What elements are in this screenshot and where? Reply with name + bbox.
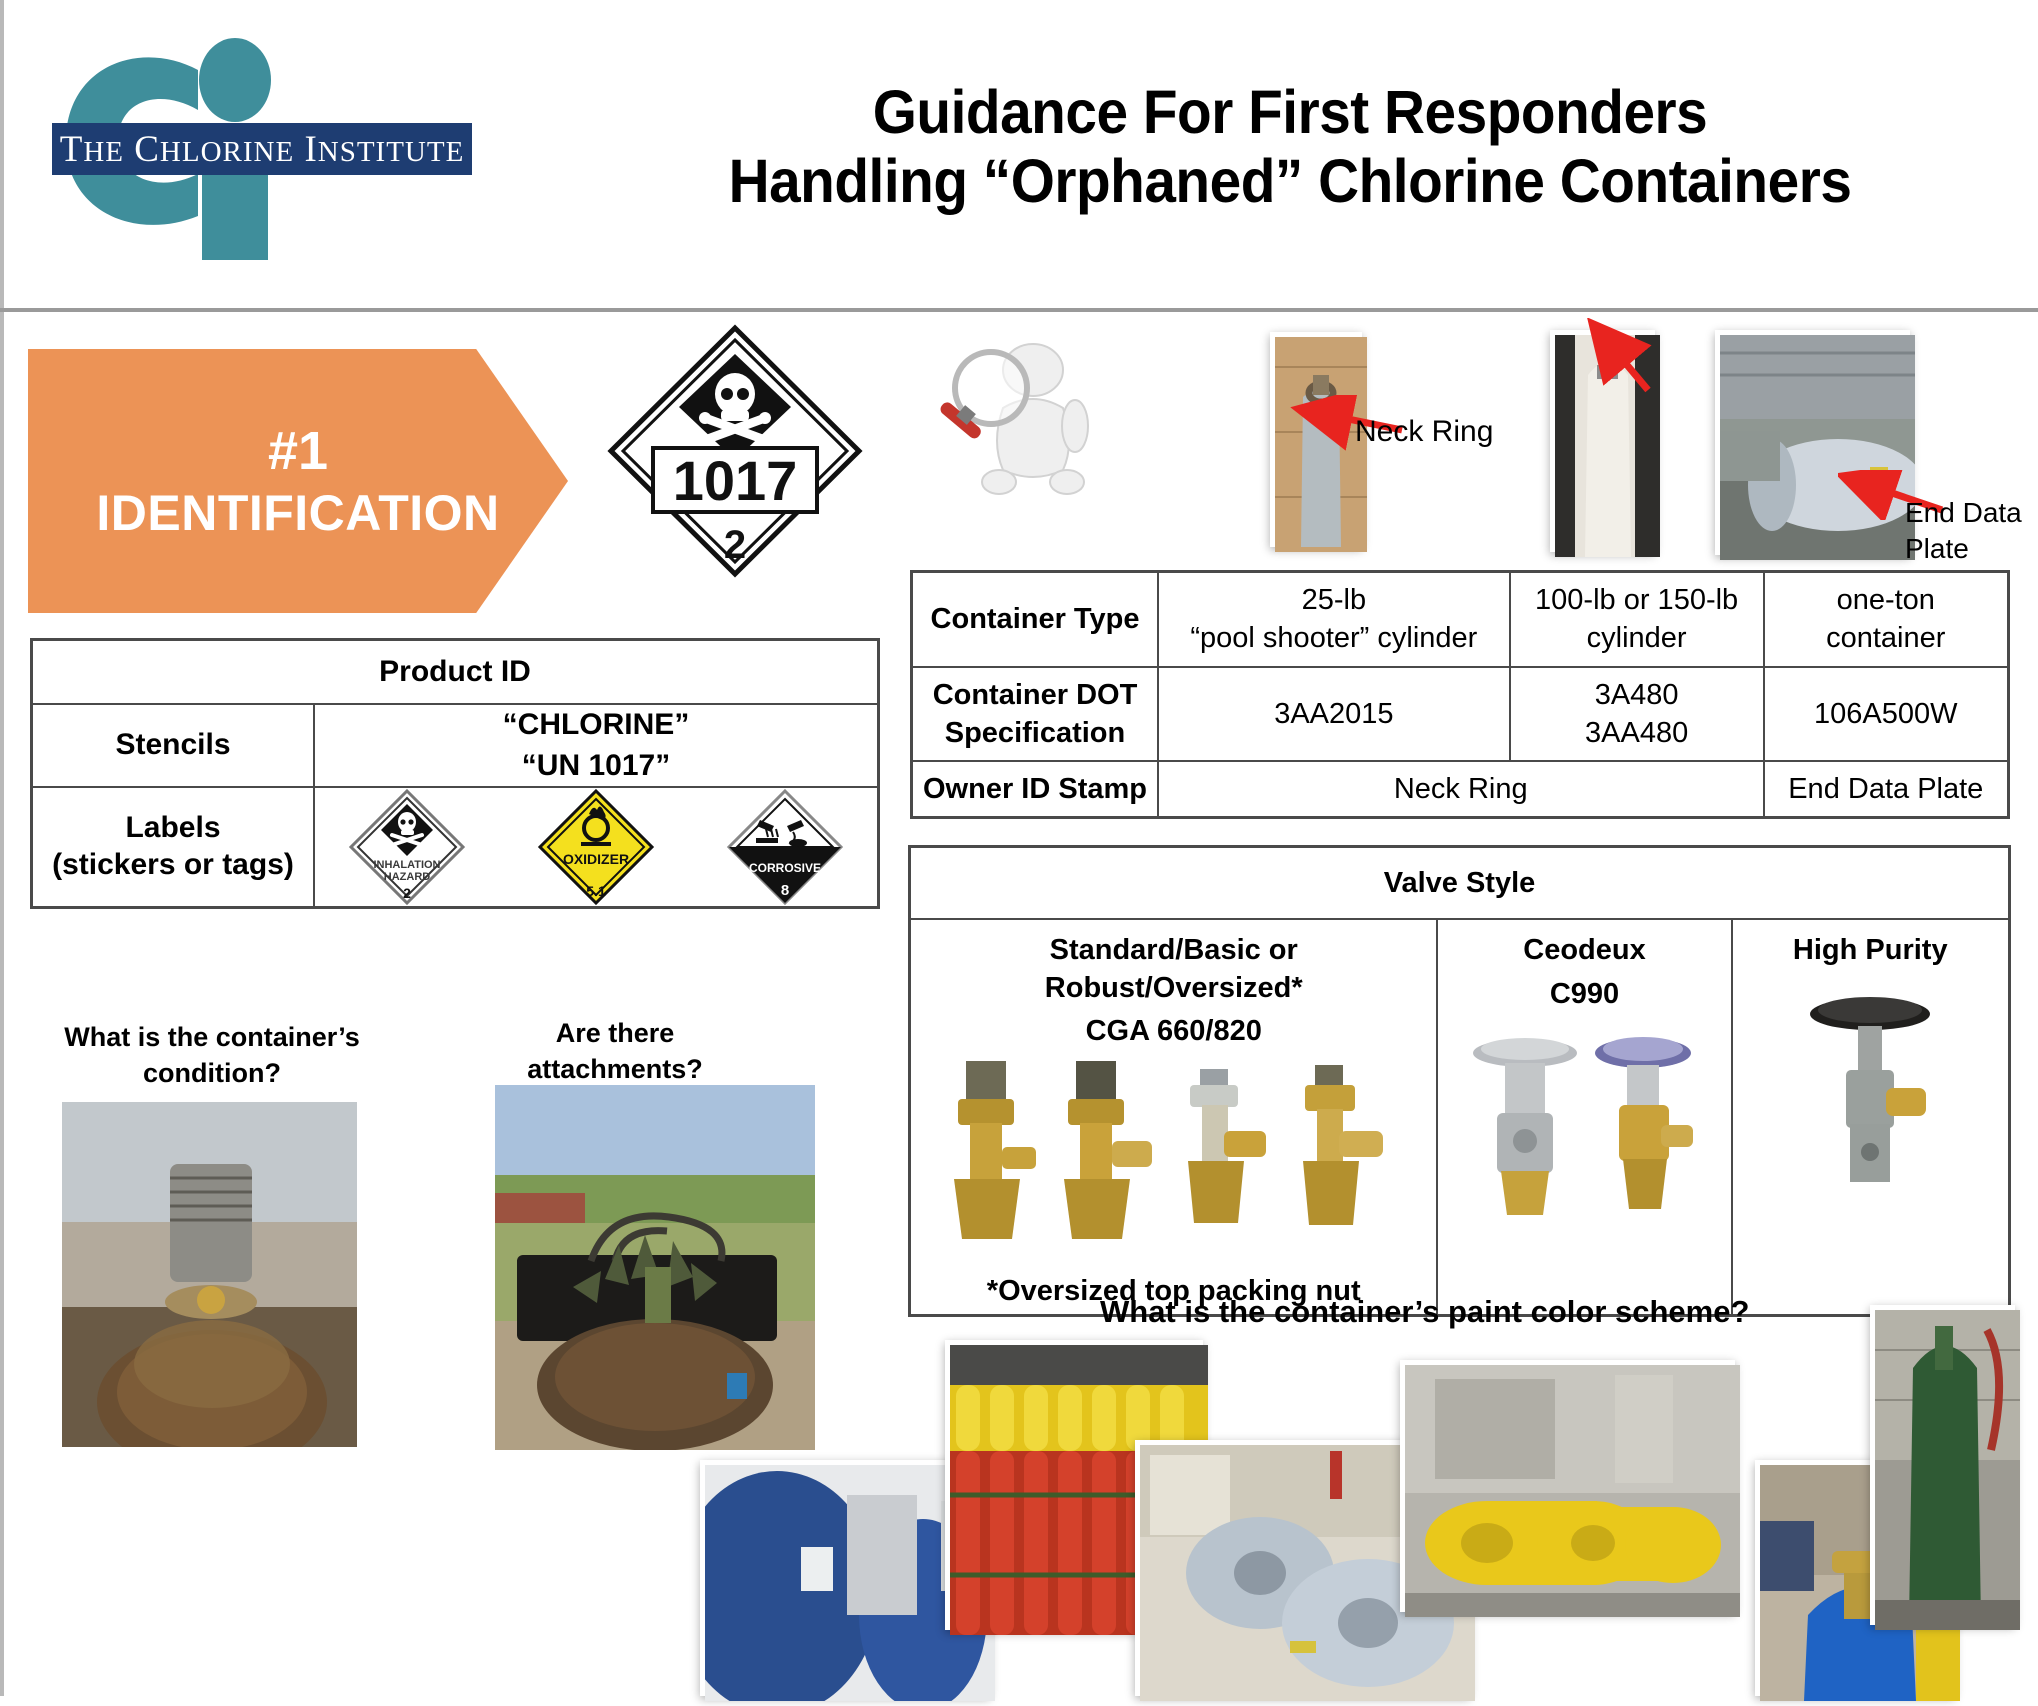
question-container-condition: What is the container’s condition? xyxy=(52,1019,372,1092)
cell-owner-end-data-plate: End Data Plate xyxy=(1762,760,2010,819)
valve-standard-title: Standard/Basic or Robust/Oversized* xyxy=(1044,934,1303,1004)
corrosive-label-icon: CORROSIVE 8 xyxy=(726,788,844,906)
cell-owner-neck-ring: Neck Ring xyxy=(1157,760,1765,819)
question-attachments: Are there attachments? xyxy=(480,1015,750,1088)
valve-ceodeux-images xyxy=(1473,1037,1694,1216)
title-line-2: Handling “Orphaned” Chlorine Containers xyxy=(728,146,1852,215)
photo-yellow-ton-containers xyxy=(1400,1360,1740,1617)
cell-one-ton: one-ton container xyxy=(1762,570,2010,668)
stencils-label: Stencils xyxy=(30,703,315,788)
q-attachments-line2: attachments? xyxy=(527,1054,703,1085)
step-banner-identification: #1 IDENTIFICATION xyxy=(28,349,568,613)
placard-class: 2 xyxy=(724,523,746,567)
svg-text:5.1: 5.1 xyxy=(586,883,606,899)
title-line-1: Guidance For First Responders xyxy=(872,78,1708,146)
chlorine-institute-logo: THE CHLORINE INSTITUTE xyxy=(30,18,550,268)
photo-one-ton-container xyxy=(1715,330,1924,560)
labels-label-line2: (stickers or tags) xyxy=(52,848,294,881)
product-id-header: Product ID xyxy=(30,638,880,705)
table-row: Owner ID Stamp Neck Ring End Data Plate xyxy=(910,760,2010,819)
labels-label: Labels (stickers or tags) xyxy=(30,786,315,909)
photo-green-cylinder-on-cart xyxy=(1870,1305,2020,1630)
valve-high-purity-title: High Purity xyxy=(1792,934,1948,966)
neck-ring-annotation: Neck Ring xyxy=(1355,415,1494,448)
valve-style-header: Valve Style xyxy=(908,845,2011,920)
valve-ceodeux-model: C990 xyxy=(1549,977,1620,1010)
valve-col-high-purity: High Purity xyxy=(1730,918,2011,1317)
oxidizer-label-icon: OXIDIZER 5.1 xyxy=(537,788,655,906)
labels-label-line1: Labels xyxy=(125,811,221,845)
cell-100-150lb: 100-lb or 150-lb cylinder xyxy=(1508,570,1765,668)
hazard-labels-cell: INHALATION HAZARD 2 OXIDIZER 5.1 CORROSI… xyxy=(313,786,880,909)
svg-text:2: 2 xyxy=(403,885,411,901)
cell-spec-3aa2015: 3AA2015 xyxy=(1157,665,1511,763)
photo-corroded-container-valve xyxy=(62,1102,357,1474)
page-title: Guidance For First Responders Handling “… xyxy=(611,78,1969,216)
table-row: Labels (stickers or tags) INHALATION HAZ… xyxy=(30,786,880,909)
product-id-table: Product ID Stencils “CHLORINE” “UN 1017”… xyxy=(30,638,880,909)
question-paint-color-scheme: What is the container’s paint color sche… xyxy=(1100,1294,1750,1329)
q-attachments-line1: Are there xyxy=(555,1018,675,1048)
row-header-container-type: Container Type xyxy=(910,570,1159,668)
row-header-dot-spec: Container DOT Specification xyxy=(910,665,1159,763)
end-data-plate-annotation: End Data Plate xyxy=(1905,495,2022,568)
cell-one-ton-line1: one-ton xyxy=(1836,584,1935,616)
table-row: Container Type 25-lb “pool shooter” cyli… xyxy=(910,570,2010,668)
spec-3a480: 3A480 xyxy=(1594,678,1679,711)
stencils-value: “CHLORINE” “UN 1017” xyxy=(313,703,880,788)
valve-high-purity-image xyxy=(1810,996,1931,1182)
svg-text:HAZARD: HAZARD xyxy=(383,871,429,883)
dot-spec-line2: Specification xyxy=(944,716,1126,749)
poster-page: THE CHLORINE INSTITUTE Guidance For Firs… xyxy=(0,0,2038,1706)
svg-text:INHALATION: INHALATION xyxy=(373,859,440,871)
magnifying-glass-mascot-icon xyxy=(925,330,1135,520)
cell-25lb-line2: “pool shooter” cylinder xyxy=(1190,622,1478,655)
valve-ceodeux-title: Ceodeux xyxy=(1523,934,1646,966)
cell-25lb-line1: 25-lb xyxy=(1301,584,1367,616)
placard-un-number: 1017 xyxy=(673,449,798,512)
header-divider xyxy=(0,308,2038,312)
step-label: IDENTIFICATION xyxy=(96,485,500,541)
edp-line2: Plate xyxy=(1905,533,1969,565)
valve-col-ceodeux: Ceodeux C990 xyxy=(1436,918,1733,1317)
spec-3aa480: 3AA480 xyxy=(1585,716,1689,749)
table-row: Container DOT Specification 3AA2015 3A48… xyxy=(910,665,2010,763)
q-condition-line2: condition? xyxy=(143,1058,281,1089)
inhalation-hazard-label-icon: INHALATION HAZARD 2 xyxy=(348,788,466,906)
svg-text:OXIDIZER: OXIDIZER xyxy=(563,851,629,867)
cell-25lb: 25-lb “pool shooter” cylinder xyxy=(1157,570,1511,668)
dot-spec-line1: Container DOT xyxy=(932,678,1138,711)
stencil-un1017: “UN 1017” xyxy=(521,748,671,782)
cell-100-150lb-line1: 100-lb or 150-lb xyxy=(1535,584,1739,616)
valve-standard-images xyxy=(953,1061,1383,1240)
row-header-owner-id-stamp: Owner ID Stamp xyxy=(910,760,1159,819)
table-row: Valve Style xyxy=(908,845,2011,920)
logo-wordmark: THE CHLORINE INSTITUTE xyxy=(60,129,465,170)
cell-spec-3a480: 3A480 3AA480 xyxy=(1508,665,1765,763)
table-row: Stencils “CHLORINE” “UN 1017” xyxy=(30,703,880,788)
cell-100-150lb-line2: cylinder xyxy=(1586,622,1687,655)
svg-text:8: 8 xyxy=(781,882,789,899)
step-number: #1 xyxy=(267,421,329,481)
cell-one-ton-line2: container xyxy=(1826,622,1946,655)
container-type-table: Container Type 25-lb “pool shooter” cyli… xyxy=(910,570,2010,820)
valve-style-table: Valve Style Standard/Basic or Robust/Ove… xyxy=(908,845,2011,1318)
neck-ring-arrow-2-icon xyxy=(1587,318,1652,393)
poster-header: THE CHLORINE INSTITUTE Guidance For Firs… xyxy=(0,0,2038,312)
edp-line1: End Data xyxy=(1905,497,2022,528)
table-row: Standard/Basic or Robust/Oversized* CGA … xyxy=(908,918,2011,1317)
photo-container-with-attachments xyxy=(495,1085,815,1451)
valve-standard-cga: CGA 660/820 xyxy=(1085,1015,1262,1048)
q-condition-line1: What is the container’s xyxy=(64,1022,360,1052)
un1017-placard: 1017 2 xyxy=(605,322,865,580)
svg-text:CORROSIVE: CORROSIVE xyxy=(749,861,821,875)
valve-col-standard: Standard/Basic or Robust/Oversized* CGA … xyxy=(908,918,1439,1317)
table-row: Product ID xyxy=(30,638,880,705)
cell-spec-106a500w: 106A500W xyxy=(1762,665,2010,763)
stencil-chlorine: “CHLORINE” xyxy=(502,708,690,741)
